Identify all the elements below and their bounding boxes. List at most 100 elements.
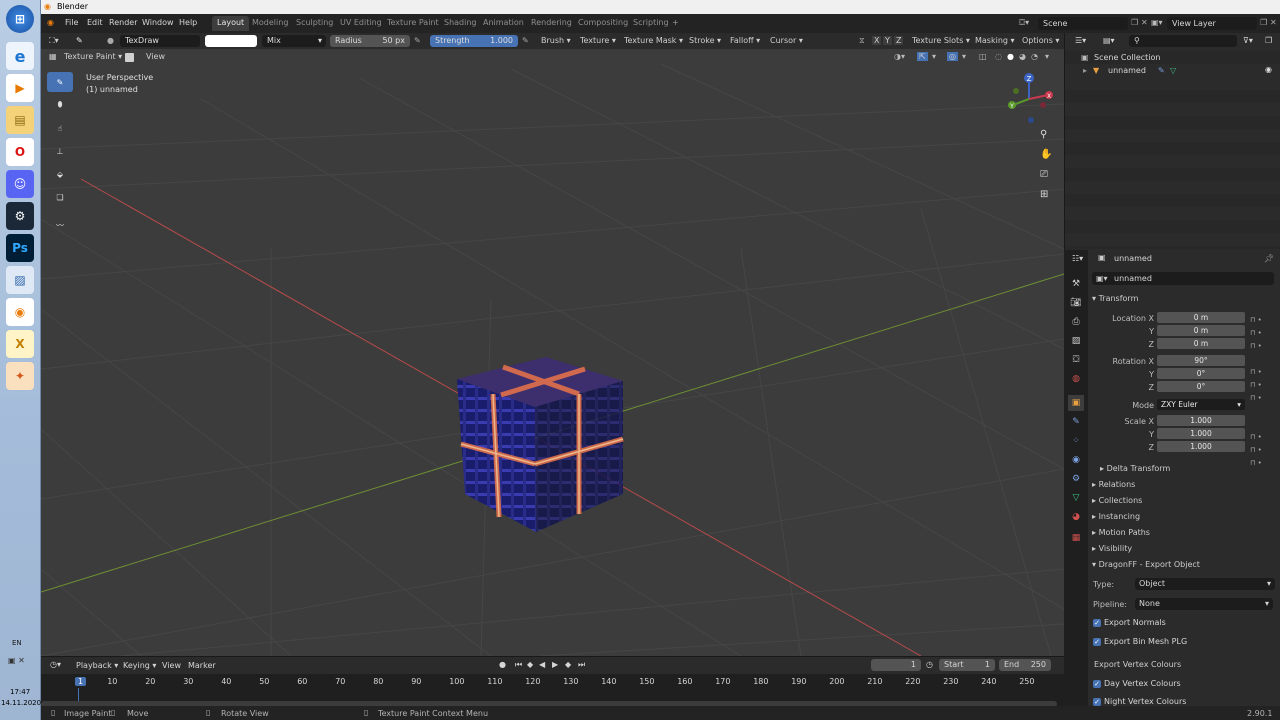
object-name-field[interactable]: ▣▾ unnamed bbox=[1092, 272, 1274, 285]
tab-shading[interactable]: Shading bbox=[439, 16, 482, 31]
view-layer-icon[interactable]: ▣▾ bbox=[1151, 18, 1163, 27]
discord-icon[interactable]: ☺ bbox=[6, 170, 34, 198]
export-type-select[interactable]: Object ▾ bbox=[1135, 578, 1275, 590]
collections-panel[interactable]: ▸ Collections bbox=[1092, 496, 1142, 505]
filter-icon[interactable]: ⊽▾ bbox=[1243, 36, 1253, 45]
shading-wireframe-icon[interactable]: ◌ bbox=[995, 52, 1002, 61]
menu-file[interactable]: File bbox=[65, 18, 78, 27]
zoom-icon[interactable]: ⚲ bbox=[1040, 129, 1047, 140]
outliner-row-unnamed[interactable]: ▸ ▼ unnamed ✎ ▽ ◉ bbox=[1065, 64, 1280, 77]
properties-editor-icon[interactable]: ☷▾ bbox=[1072, 254, 1083, 263]
visibility-icon[interactable]: ◑▾ bbox=[894, 52, 905, 61]
display-mode-icon[interactable]: ▤▾ bbox=[1103, 36, 1115, 45]
tool-fill[interactable]: ⬙ bbox=[47, 164, 73, 184]
render-tab-icon[interactable]: 📷︎ bbox=[1068, 295, 1084, 311]
media-player-icon[interactable]: ▶ bbox=[6, 74, 34, 102]
scale-x-field[interactable]: 1.000 bbox=[1157, 415, 1245, 426]
options-menu[interactable]: Options ▾ bbox=[1022, 36, 1059, 45]
blend-mode-select[interactable]: Mix ▾ bbox=[262, 35, 326, 47]
shading-solid-icon[interactable]: ● bbox=[1007, 52, 1014, 61]
shading-menu-icon[interactable]: ▾ bbox=[1045, 52, 1049, 61]
scale-y-field[interactable]: 1.000 bbox=[1157, 428, 1245, 439]
texture-slots-menu[interactable]: Texture Slots ▾ bbox=[912, 36, 970, 45]
particles-tab-icon[interactable]: ⁘ bbox=[1068, 433, 1084, 449]
tool-tab-icon[interactable]: ⚒ bbox=[1068, 276, 1084, 292]
tab-sculpting[interactable]: Sculpting bbox=[291, 16, 338, 31]
tool-clone[interactable]: ⊥ bbox=[47, 141, 73, 161]
clock-time[interactable]: 17:47 bbox=[10, 688, 30, 696]
prev-keyframe-icon[interactable]: ◆ bbox=[527, 660, 533, 669]
xray-icon[interactable]: ◫ bbox=[979, 52, 987, 61]
motion-paths-panel[interactable]: ▸ Motion Paths bbox=[1092, 528, 1150, 537]
jump-end-icon[interactable]: ⏭ bbox=[578, 660, 585, 670]
perspective-grid-icon[interactable]: ⊞ bbox=[1040, 189, 1048, 200]
cursor-menu[interactable]: Cursor ▾ bbox=[770, 36, 803, 45]
pipeline-select[interactable]: None ▾ bbox=[1135, 598, 1273, 610]
radius-slider[interactable]: Radius 50 px bbox=[330, 35, 410, 47]
view-layer-new-icon[interactable]: ❐ bbox=[1260, 18, 1267, 27]
relations-panel[interactable]: ▸ Relations bbox=[1092, 480, 1135, 489]
eye-visibility-icon[interactable]: ◉ bbox=[1265, 65, 1272, 74]
tool-mask[interactable]: ❏ bbox=[47, 187, 73, 207]
radius-pressure-icon[interactable]: ✎ bbox=[414, 36, 421, 45]
tab-rendering[interactable]: Rendering bbox=[526, 16, 577, 31]
world-tab-icon[interactable]: ◍ bbox=[1068, 371, 1084, 387]
tab-uv-editing[interactable]: UV Editing bbox=[335, 16, 387, 31]
tab-layout[interactable]: Layout bbox=[212, 16, 250, 31]
dragonff-export-panel[interactable]: ▾ DragonFF - Export Object bbox=[1092, 560, 1200, 569]
mode-icon[interactable]: ▦ bbox=[49, 52, 57, 61]
start-button[interactable]: ⊞ bbox=[6, 5, 34, 33]
timeline-editor-icon[interactable]: ◷▾ bbox=[50, 660, 61, 669]
image-viewer-icon[interactable]: ▨ bbox=[6, 266, 34, 294]
3d-viewport[interactable]: ▦ Texture Paint ▾ View ◑▾ ⇱ ▾ ◎ ▾ ◫ ◌ ● … bbox=[41, 49, 1064, 656]
tab-animation[interactable]: Animation bbox=[478, 16, 529, 31]
app-icon[interactable]: ✦ bbox=[6, 362, 34, 390]
output-tab-icon[interactable]: ⎙ bbox=[1068, 314, 1084, 330]
menu-edit[interactable]: Edit bbox=[87, 18, 103, 27]
frame-ruler[interactable]: 1 10 20 30 40 50 60 70 80 90 100 110 120 130 140 150 160… bbox=[41, 676, 1064, 688]
new-collection-icon[interactable]: ❐ bbox=[1265, 36, 1272, 45]
scene-remove-icon[interactable]: ✕ bbox=[1141, 18, 1148, 27]
data-tab-icon[interactable]: ▽ bbox=[1068, 490, 1084, 506]
brush-color-swatch[interactable] bbox=[205, 35, 257, 47]
physics-tab-icon[interactable]: ◉ bbox=[1068, 452, 1084, 468]
export-bin-mesh-checkbox[interactable]: ✓ Export Bin Mesh PLG bbox=[1093, 637, 1187, 646]
night-vertex-colours-checkbox[interactable]: ✓ Night Vertex Colours bbox=[1093, 697, 1186, 706]
pan-hand-icon[interactable]: ✋ bbox=[1040, 149, 1052, 160]
masking-menu[interactable]: Masking ▾ bbox=[975, 36, 1015, 45]
brush-browse-icon[interactable]: ● bbox=[107, 36, 114, 45]
view-layer-remove-icon[interactable]: ✕ bbox=[1270, 18, 1277, 27]
tab-modeling[interactable]: Modeling bbox=[247, 16, 293, 31]
tool-soften[interactable]: ⬮ bbox=[47, 95, 73, 115]
pin-icon[interactable]: 📌︎ bbox=[1264, 254, 1274, 263]
tool-draw[interactable]: ✎ bbox=[47, 72, 73, 92]
playback-menu[interactable]: Playback ▾ bbox=[76, 661, 118, 670]
view-layer-selector[interactable]: View Layer bbox=[1167, 17, 1257, 30]
falloff-menu[interactable]: Falloff ▾ bbox=[730, 36, 760, 45]
menu-render[interactable]: Render bbox=[109, 18, 137, 27]
tool-annotate[interactable]: 〰 bbox=[47, 215, 73, 235]
tab-compositing[interactable]: Compositing bbox=[573, 16, 633, 31]
current-frame-field[interactable]: 1 bbox=[871, 659, 921, 671]
editor-type-icon[interactable]: ⛶▾ bbox=[49, 36, 59, 46]
xnview-icon[interactable]: X bbox=[6, 330, 34, 358]
jump-start-icon[interactable]: ⏮ bbox=[515, 660, 522, 670]
gizmo-menu-icon[interactable]: ▾ bbox=[932, 52, 936, 61]
play-icon[interactable]: ▶ bbox=[552, 660, 558, 669]
strength-slider[interactable]: Strength 1.000 bbox=[430, 35, 518, 47]
brush-name-field[interactable]: TexDraw bbox=[120, 35, 200, 47]
explorer-icon[interactable]: ▤ bbox=[6, 106, 34, 134]
view-menu[interactable]: View bbox=[146, 52, 165, 61]
location-y-field[interactable]: 0 m bbox=[1157, 325, 1245, 336]
photoshop-icon[interactable]: Ps bbox=[6, 234, 34, 262]
expand-arrow-icon[interactable]: ▸ bbox=[1083, 66, 1087, 75]
day-vertex-colours-checkbox[interactable]: ✓ Day Vertex Colours bbox=[1093, 679, 1181, 688]
add-workspace-icon[interactable]: + bbox=[672, 18, 679, 27]
symmetry-x-toggle[interactable]: X bbox=[872, 36, 882, 45]
clock-icon[interactable]: ◷ bbox=[926, 660, 933, 669]
scale-z-field[interactable]: 1.000 bbox=[1157, 441, 1245, 452]
overlays-toggle-icon[interactable]: ◎ bbox=[947, 52, 958, 61]
menu-help[interactable]: Help bbox=[179, 18, 197, 27]
location-z-field[interactable]: 0 m bbox=[1157, 338, 1245, 349]
transform-lock-icons[interactable]: ⊓ • ⊓ • ⊓ • ⊓ • ⊓ • ⊓ • ⊓ • ⊓ • ⊓ • bbox=[1250, 314, 1262, 470]
